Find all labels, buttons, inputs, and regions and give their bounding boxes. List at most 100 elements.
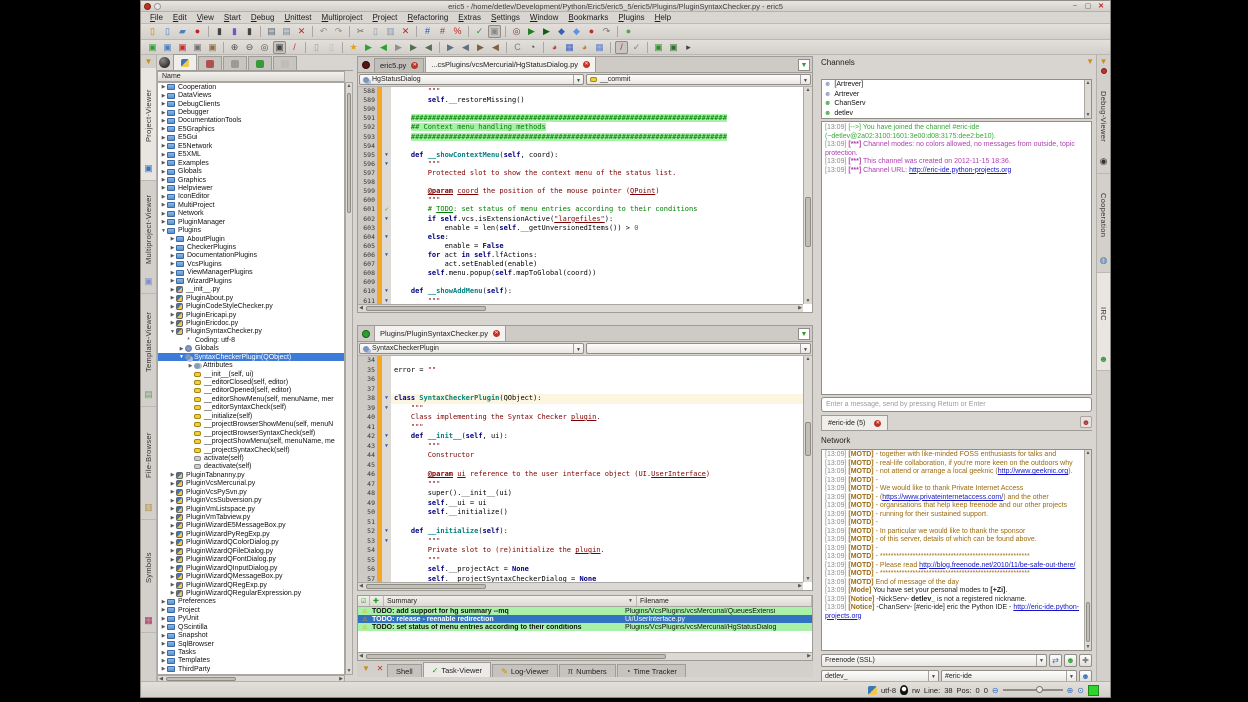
search-files-icon[interactable]: ◎ [510,25,523,38]
expand-arrow-icon[interactable]: ▶ [160,118,167,124]
expand-arrow-icon[interactable]: ▶ [160,666,167,672]
line-number[interactable]: 588 [358,87,378,96]
code-line[interactable]: 36 [358,375,803,385]
next-change-icon[interactable]: ▶ [444,41,457,54]
code-line[interactable]: 601✓ # TODO: set status of menu entries … [358,205,803,214]
code-line[interactable]: 610▼ def __showAddMenu(self): [358,287,803,296]
close-tab-icon[interactable]: ✕ [493,330,500,337]
tree-item[interactable]: ▶Debugger [158,108,344,116]
fold-margin[interactable]: ▼ [382,251,391,260]
code-line[interactable]: 599 @param coord the position of the mou… [358,187,803,196]
fold-margin[interactable]: ▼ [382,215,391,224]
menu-multiproject[interactable]: Multiproject [317,12,368,23]
timer-icon[interactable]: ◔ [526,41,539,54]
line-number[interactable]: 52 [358,527,378,537]
scroll-left-icon[interactable]: ◀ [358,583,364,589]
code-line[interactable]: 51 [358,518,803,528]
code-text[interactable]: super().__init__(ui) [391,489,803,499]
expand-arrow-icon[interactable]: ▼ [169,329,176,335]
line-number[interactable]: 589 [358,96,378,105]
save-icon[interactable]: ▮ [213,25,226,38]
tree-item[interactable]: ▶AboutPlugin [158,235,344,243]
save-all-icon[interactable]: ▮ [243,25,256,38]
fold-margin[interactable]: ▼ [382,527,391,537]
settings-wrench-icon[interactable]: ✚ [1079,654,1092,667]
line-number[interactable]: 604 [358,233,378,242]
tree-item[interactable]: __editorClosed(self, editor) [158,378,344,386]
code-text[interactable]: """ [391,480,803,490]
menu-project[interactable]: Project [367,12,402,23]
zoom-in-icon[interactable]: ⊕ [1067,686,1074,695]
step-over-icon[interactable]: ◆ [570,25,583,38]
tree-item[interactable]: ▶E5XML [158,151,344,159]
code-text[interactable] [391,461,803,471]
tree-item[interactable]: ▶PluginEricdoc.py [158,319,344,327]
zoom-reset-icon[interactable]: ◎ [258,41,271,54]
expand-arrow-icon[interactable]: ▶ [169,472,176,478]
new-icon[interactable]: ▯ [146,25,159,38]
method-combo[interactable]: __commit▼ [586,74,811,85]
scroll-up-icon[interactable]: ▲ [1085,450,1091,456]
code-line[interactable]: 54 Private slot to (re)initialize the pl… [358,546,803,556]
syntax-check-icon[interactable]: ✓ [473,25,486,38]
code-line[interactable]: 35error = "" [358,366,803,376]
code-line[interactable]: 52▼ def __initialize(self): [358,527,803,537]
zoom-out-icon[interactable]: ⊖ [243,41,256,54]
zoom-reset-icon[interactable]: ⊙ [1077,686,1084,695]
tab-shell[interactable]: Shell [387,664,422,677]
expand-arrow-icon[interactable]: ▶ [169,548,176,554]
server-combo[interactable]: Freenode (SSL)▼ [821,654,1047,667]
project-open-icon[interactable]: ▣ [161,41,174,54]
scroll-down-icon[interactable]: ▼ [805,298,811,304]
editor-vertical-scrollbar[interactable]: ▲ ▼ [803,87,812,304]
run-icon[interactable]: ▶ [525,25,538,38]
tree-item[interactable]: ▼Plugins [158,226,344,234]
tree-item[interactable]: ▶Helpviewer [158,184,344,192]
restart-icon[interactable]: ↷ [600,25,613,38]
code-text[interactable] [391,385,803,395]
rail-tab-irc[interactable]: IRC☻ [1097,273,1110,371]
code-line[interactable]: 45 [358,461,803,471]
scroll-up-icon[interactable]: ▲ [805,87,811,93]
scroll-up-icon[interactable]: ▲ [1085,80,1091,86]
task-row[interactable]: ⚠TODO: add support for hg summary --mqPl… [358,607,812,615]
print-icon[interactable]: ▤ [265,25,278,38]
doc-new-icon[interactable]: ▯ [325,41,338,54]
zoom-out-icon[interactable]: ⊖ [992,686,999,695]
tree-item[interactable]: __projectBrowserShowMenu(self, menuN [158,421,344,429]
window-menu-icon[interactable] [154,3,161,10]
project-save-icon[interactable]: ▣ [191,41,204,54]
rail-tab-cooperation[interactable]: Cooperation◍ [1097,174,1110,273]
line-number[interactable]: 592 [358,123,378,132]
editor-tab[interactable]: eric5.py✕ [374,58,424,72]
project-props-icon[interactable]: ▣ [206,41,219,54]
rerun-icon[interactable]: ▶ [540,25,553,38]
code-text[interactable]: def __showContextMenu(self, coord): [391,151,803,160]
scroll-right-icon[interactable]: ▶ [797,305,803,311]
refresh-icon[interactable]: C [511,41,524,54]
tree-item[interactable]: ▶DataViews [158,91,344,99]
expand-arrow-icon[interactable]: ▶ [187,363,194,369]
scroll-left-icon[interactable]: ◀ [358,653,364,659]
close-tab-icon[interactable]: ✕ [583,61,590,68]
open-icon[interactable]: ▰ [176,25,189,38]
expand-arrow-icon[interactable]: ▶ [160,101,167,107]
code-text[interactable]: """ [391,556,803,566]
link[interactable]: http://eric-ide.python-projects.org [909,167,1011,174]
tree-item[interactable]: ▼PluginSyntaxChecker.py [158,328,344,336]
users-scrollbar[interactable]: ▲ ▼ [1084,80,1091,118]
expand-arrow-icon[interactable]: ▶ [160,185,167,191]
code-line[interactable]: 602▼ if self.vcs.isExtensionActive("larg… [358,215,803,224]
rail-tab-symbols[interactable]: Symbols▦ [141,520,156,633]
expand-arrow-icon[interactable]: ▶ [169,531,176,537]
expand-arrow-icon[interactable]: ▶ [169,523,176,529]
code-text[interactable]: else: [391,233,803,242]
fold-margin[interactable]: ▼ [382,233,391,242]
code-text[interactable]: Private slot to (re)initialize the plugi… [391,546,803,556]
line-number[interactable]: 596 [358,160,378,169]
line-number[interactable]: 594 [358,142,378,151]
line-number[interactable]: 53 [358,537,378,547]
line-number[interactable]: 597 [358,169,378,178]
line-number[interactable]: 51 [358,518,378,528]
line-number[interactable]: 40 [358,413,378,423]
